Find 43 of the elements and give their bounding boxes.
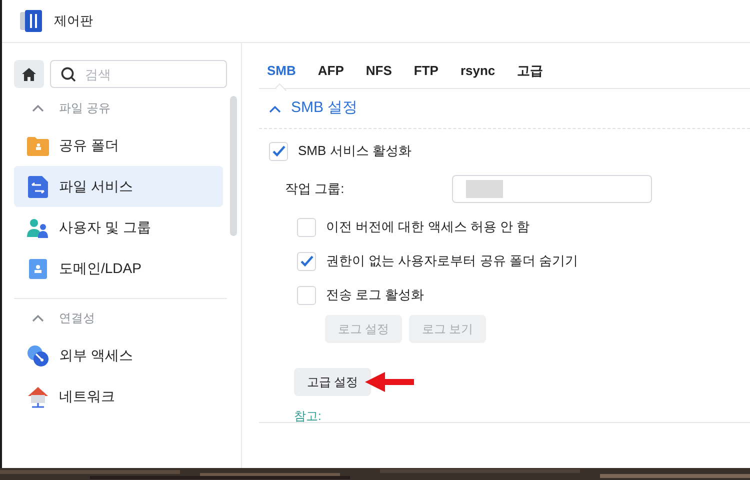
checkbox-label: SMB 서비스 활성화: [298, 142, 412, 160]
tab[interactable]: 고급: [517, 60, 544, 88]
control-panel-icon: [20, 10, 42, 32]
tab[interactable]: FTP: [414, 60, 438, 88]
section-title[interactable]: SMB 설정: [291, 97, 358, 120]
checkbox[interactable]: [297, 286, 316, 304]
workgroup-field[interactable]: [452, 175, 652, 203]
sidebar-item[interactable]: 외부 액세스: [14, 335, 223, 376]
search-field[interactable]: 검색: [50, 60, 227, 88]
checkbox-label: 이전 버전에 대한 액세스 허용 안 함: [326, 218, 530, 236]
chevron-up-icon[interactable]: [32, 104, 44, 112]
search-icon: [61, 67, 76, 82]
chevron-up-icon[interactable]: [269, 104, 281, 112]
users-icon: [27, 218, 49, 238]
window-title: 제어판: [54, 12, 93, 30]
checkbox-label: 전송 로그 활성화: [326, 286, 424, 304]
sidebar-item[interactable]: 파일 서비스: [14, 166, 223, 207]
folder-icon: [27, 136, 49, 156]
sidebar-item[interactable]: 공유 폴더: [14, 125, 223, 166]
checkbox[interactable]: [297, 252, 316, 270]
checkbox[interactable]: [297, 218, 316, 236]
tab[interactable]: rsync: [460, 60, 496, 88]
advanced-settings-button[interactable]: 고급 설정: [294, 368, 371, 396]
contact-card-icon: [29, 258, 47, 278]
arrow-icon: [365, 372, 414, 392]
house-network-icon: [27, 386, 49, 408]
tab[interactable]: NFS: [366, 60, 392, 88]
scrollbar[interactable]: [230, 96, 237, 236]
tab[interactable]: AFP: [318, 60, 344, 88]
home-button[interactable]: [14, 60, 44, 88]
sidebar-item[interactable]: 사용자 및 그룹: [14, 207, 223, 248]
note-label: 참고:: [294, 410, 322, 422]
chevron-up-icon[interactable]: [32, 314, 44, 322]
checkbox-label: 권한이 없는 사용자로부터 공유 폴더 숨기기: [326, 252, 578, 270]
file-transfer-icon: [28, 176, 48, 198]
sidebar-item[interactable]: 네트워크: [14, 376, 223, 417]
field-label: 작업 그룹:: [285, 180, 346, 198]
sidebar-item[interactable]: 도메인/LDAP: [14, 248, 223, 289]
home-icon: [22, 68, 36, 80]
tab[interactable]: SMB: [267, 60, 296, 88]
checkbox[interactable]: [269, 142, 288, 160]
globe-icon: [27, 344, 49, 366]
redacted-value: [466, 180, 503, 198]
